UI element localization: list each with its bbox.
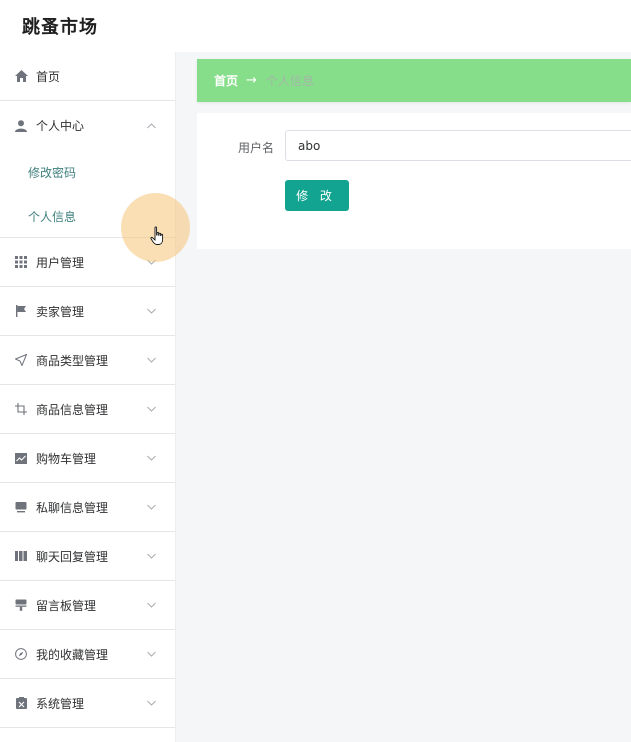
chevron-down-icon [145,599,157,611]
sidebar-item-label: 用户管理 [36,255,85,270]
sidebar-item-label: 商品类型管理 [36,353,109,368]
modify-button[interactable]: 修 改 [285,180,349,211]
trend-chart-icon [14,451,28,465]
home-icon [14,69,28,83]
compass-icon [14,647,28,661]
sidebar-item-message-board-management[interactable]: 留言板管理 [0,581,175,630]
sidebar-item-chat-reply-management[interactable]: 聊天回复管理 [0,532,175,581]
breadcrumb: 首页 → 个人信息 [197,59,631,102]
chevron-down-icon [145,452,157,464]
sidebar-item-product-type-management[interactable]: 商品类型管理 [0,336,175,385]
chevron-down-icon [145,648,157,660]
sidebar-item-label: 卖家管理 [36,304,85,319]
sidebar-subitem-change-password[interactable]: 修改密码 [0,150,175,195]
profile-form-panel: 用户名 修 改 [197,113,631,249]
sidebar-item-user-management[interactable]: 用户管理 [0,238,175,287]
clipboard-icon [14,696,28,710]
chevron-down-icon [145,305,157,317]
sidebar-subitem-personal-info[interactable]: 个人信息 [0,195,175,237]
app-title: 跳蚤市场 [22,17,98,38]
sidebar-item-cart-management[interactable]: 购物车管理 [0,434,175,483]
chevron-down-icon [145,256,157,268]
sidebar-item-favorites-management[interactable]: 我的收藏管理 [0,630,175,679]
sidebar-item-label: 系统管理 [36,696,85,711]
sidebar-item-label: 商品信息管理 [36,402,109,417]
sidebar-item-label: 首页 [36,69,61,84]
sidebar-menu: 首页 个人中心 修改密码 个人信息 用户管理 卖家管理 商品类型管理 商品信息管… [0,52,176,742]
sidebar-item-label: 购物车管理 [36,451,97,466]
chevron-down-icon [145,501,157,513]
send-icon [14,353,28,367]
sidebar-item-label: 我的收藏管理 [36,647,109,662]
grid-icon [14,255,28,269]
flag-icon [14,304,28,318]
sidebar-item-system-management[interactable]: 系统管理 [0,679,175,728]
chevron-down-icon [145,550,157,562]
crop-icon [14,402,28,416]
breadcrumb-current: 个人信息 [265,74,314,88]
username-input[interactable] [285,130,631,161]
sidebar-item-label: 留言板管理 [36,598,97,613]
chevron-up-icon [145,120,157,132]
chevron-down-icon [145,354,157,366]
chevron-down-icon [145,403,157,415]
sidebar-item-home[interactable]: 首页 [0,52,175,101]
sidebar-item-personal-center[interactable]: 个人中心 [0,101,175,150]
breadcrumb-separator: → [246,73,257,88]
sidebar-item-label: 聊天回复管理 [36,549,109,564]
monitor-icon [14,500,28,514]
sidebar-item-label: 个人中心 [36,119,85,133]
top-header: 跳蚤市场 [0,0,631,52]
sidebar-item-seller-management[interactable]: 卖家管理 [0,287,175,336]
stamp-icon [14,598,28,612]
sidebar-item-label: 私聊信息管理 [36,500,109,515]
submenu-personal-center: 修改密码 个人信息 [0,150,175,238]
sidebar-item-private-chat-management[interactable]: 私聊信息管理 [0,483,175,532]
sidebar-item-product-info-management[interactable]: 商品信息管理 [0,385,175,434]
film-icon [14,549,28,563]
username-label: 用户名 [238,141,275,155]
user-icon [14,119,28,133]
chevron-down-icon [145,697,157,709]
breadcrumb-home-link[interactable]: 首页 [214,72,238,89]
